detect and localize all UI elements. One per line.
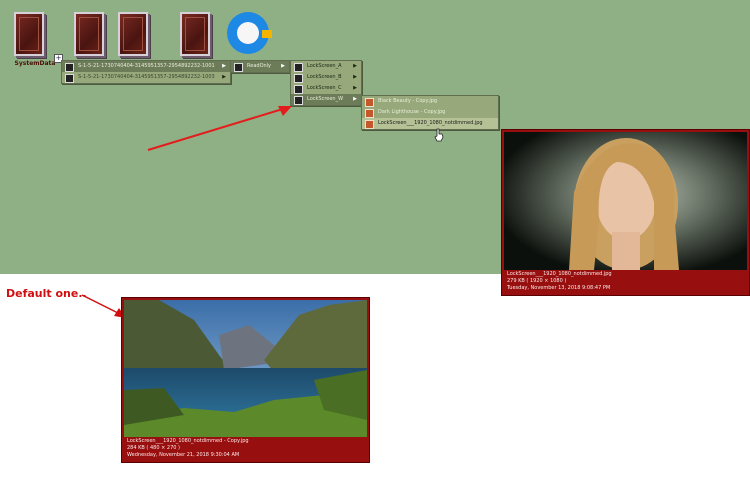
folder-icon (294, 85, 303, 94)
default-image-preview: LockScreen___1920_1080_notdimmed - Copy.… (121, 297, 370, 463)
folder-icon (234, 63, 243, 72)
submenu-arrow-icon: ▶ (222, 74, 226, 80)
annotation-arrow (147, 106, 292, 151)
lockscreen-folders-menu: LockScreen_A ▶ LockScreen_B ▶ LockScreen… (290, 60, 362, 106)
menu-item-lockscreen-w[interactable]: LockScreen_W ▶ (291, 94, 361, 105)
folder-icon (294, 74, 303, 83)
submenu-arrow-icon: ▶ (353, 96, 357, 102)
menu-item-dark-lighthouse[interactable]: Dark Lighthouse - Copy.jpg (362, 107, 498, 118)
lockscreen-w-files-menu: Black Beauty - Copy.jpg Dark Lighthouse … (361, 95, 499, 130)
menu-item-readonly[interactable]: ReadOnly ▶ (231, 61, 289, 72)
hand-cursor-icon (434, 128, 444, 142)
systemdata-folder-icon[interactable] (10, 10, 44, 56)
submenu-arrow-icon: ▶ (281, 63, 285, 69)
menu-item-black-beauty[interactable]: Black Beauty - Copy.jpg (362, 96, 498, 107)
menu-item-lockscreen-notdimmed[interactable]: LockScreen___1920_1080_notdimmed.jpg (362, 118, 498, 129)
menu-item-lockscreen-b[interactable]: LockScreen_B ▶ (291, 72, 361, 83)
folder-icon[interactable] (114, 10, 148, 56)
submenu-arrow-icon: ▶ (353, 63, 357, 69)
portrait-thumbnail (504, 132, 747, 270)
submenu-arrow-icon: ▶ (222, 63, 226, 69)
image-file-icon (365, 98, 374, 107)
submenu-arrow-icon: ▶ (353, 74, 357, 80)
image-file-icon (365, 120, 374, 129)
folder-icon (65, 63, 74, 72)
folder-icon (294, 63, 303, 72)
menu-item-sid-1003[interactable]: S-1-5-21-1730740404-3145951357-295489223… (62, 72, 230, 83)
readonly-menu: ReadOnly ▶ (230, 60, 290, 73)
submenu-arrow-icon: ▶ (353, 85, 357, 91)
chrome-accent (262, 30, 272, 38)
default-one-annotation: Default one.. (6, 287, 87, 300)
menu-item-sid-1001[interactable]: S-1-5-21-1730740404-3145951357-295489223… (62, 61, 230, 72)
folder-icon[interactable] (176, 10, 210, 56)
menu-item-lockscreen-c[interactable]: LockScreen_C ▶ (291, 83, 361, 94)
user-sid-menu: S-1-5-21-1730740404-3145951357-295489223… (61, 60, 231, 84)
landscape-thumbnail (124, 300, 367, 437)
menu-item-lockscreen-a[interactable]: LockScreen_A ▶ (291, 61, 361, 72)
folder-icon (65, 74, 74, 83)
image-preview-tooltip: LockScreen___1920_1080_notdimmed.jpg 279… (501, 129, 750, 296)
image-file-icon (365, 109, 374, 118)
folder-icon[interactable] (70, 10, 104, 56)
